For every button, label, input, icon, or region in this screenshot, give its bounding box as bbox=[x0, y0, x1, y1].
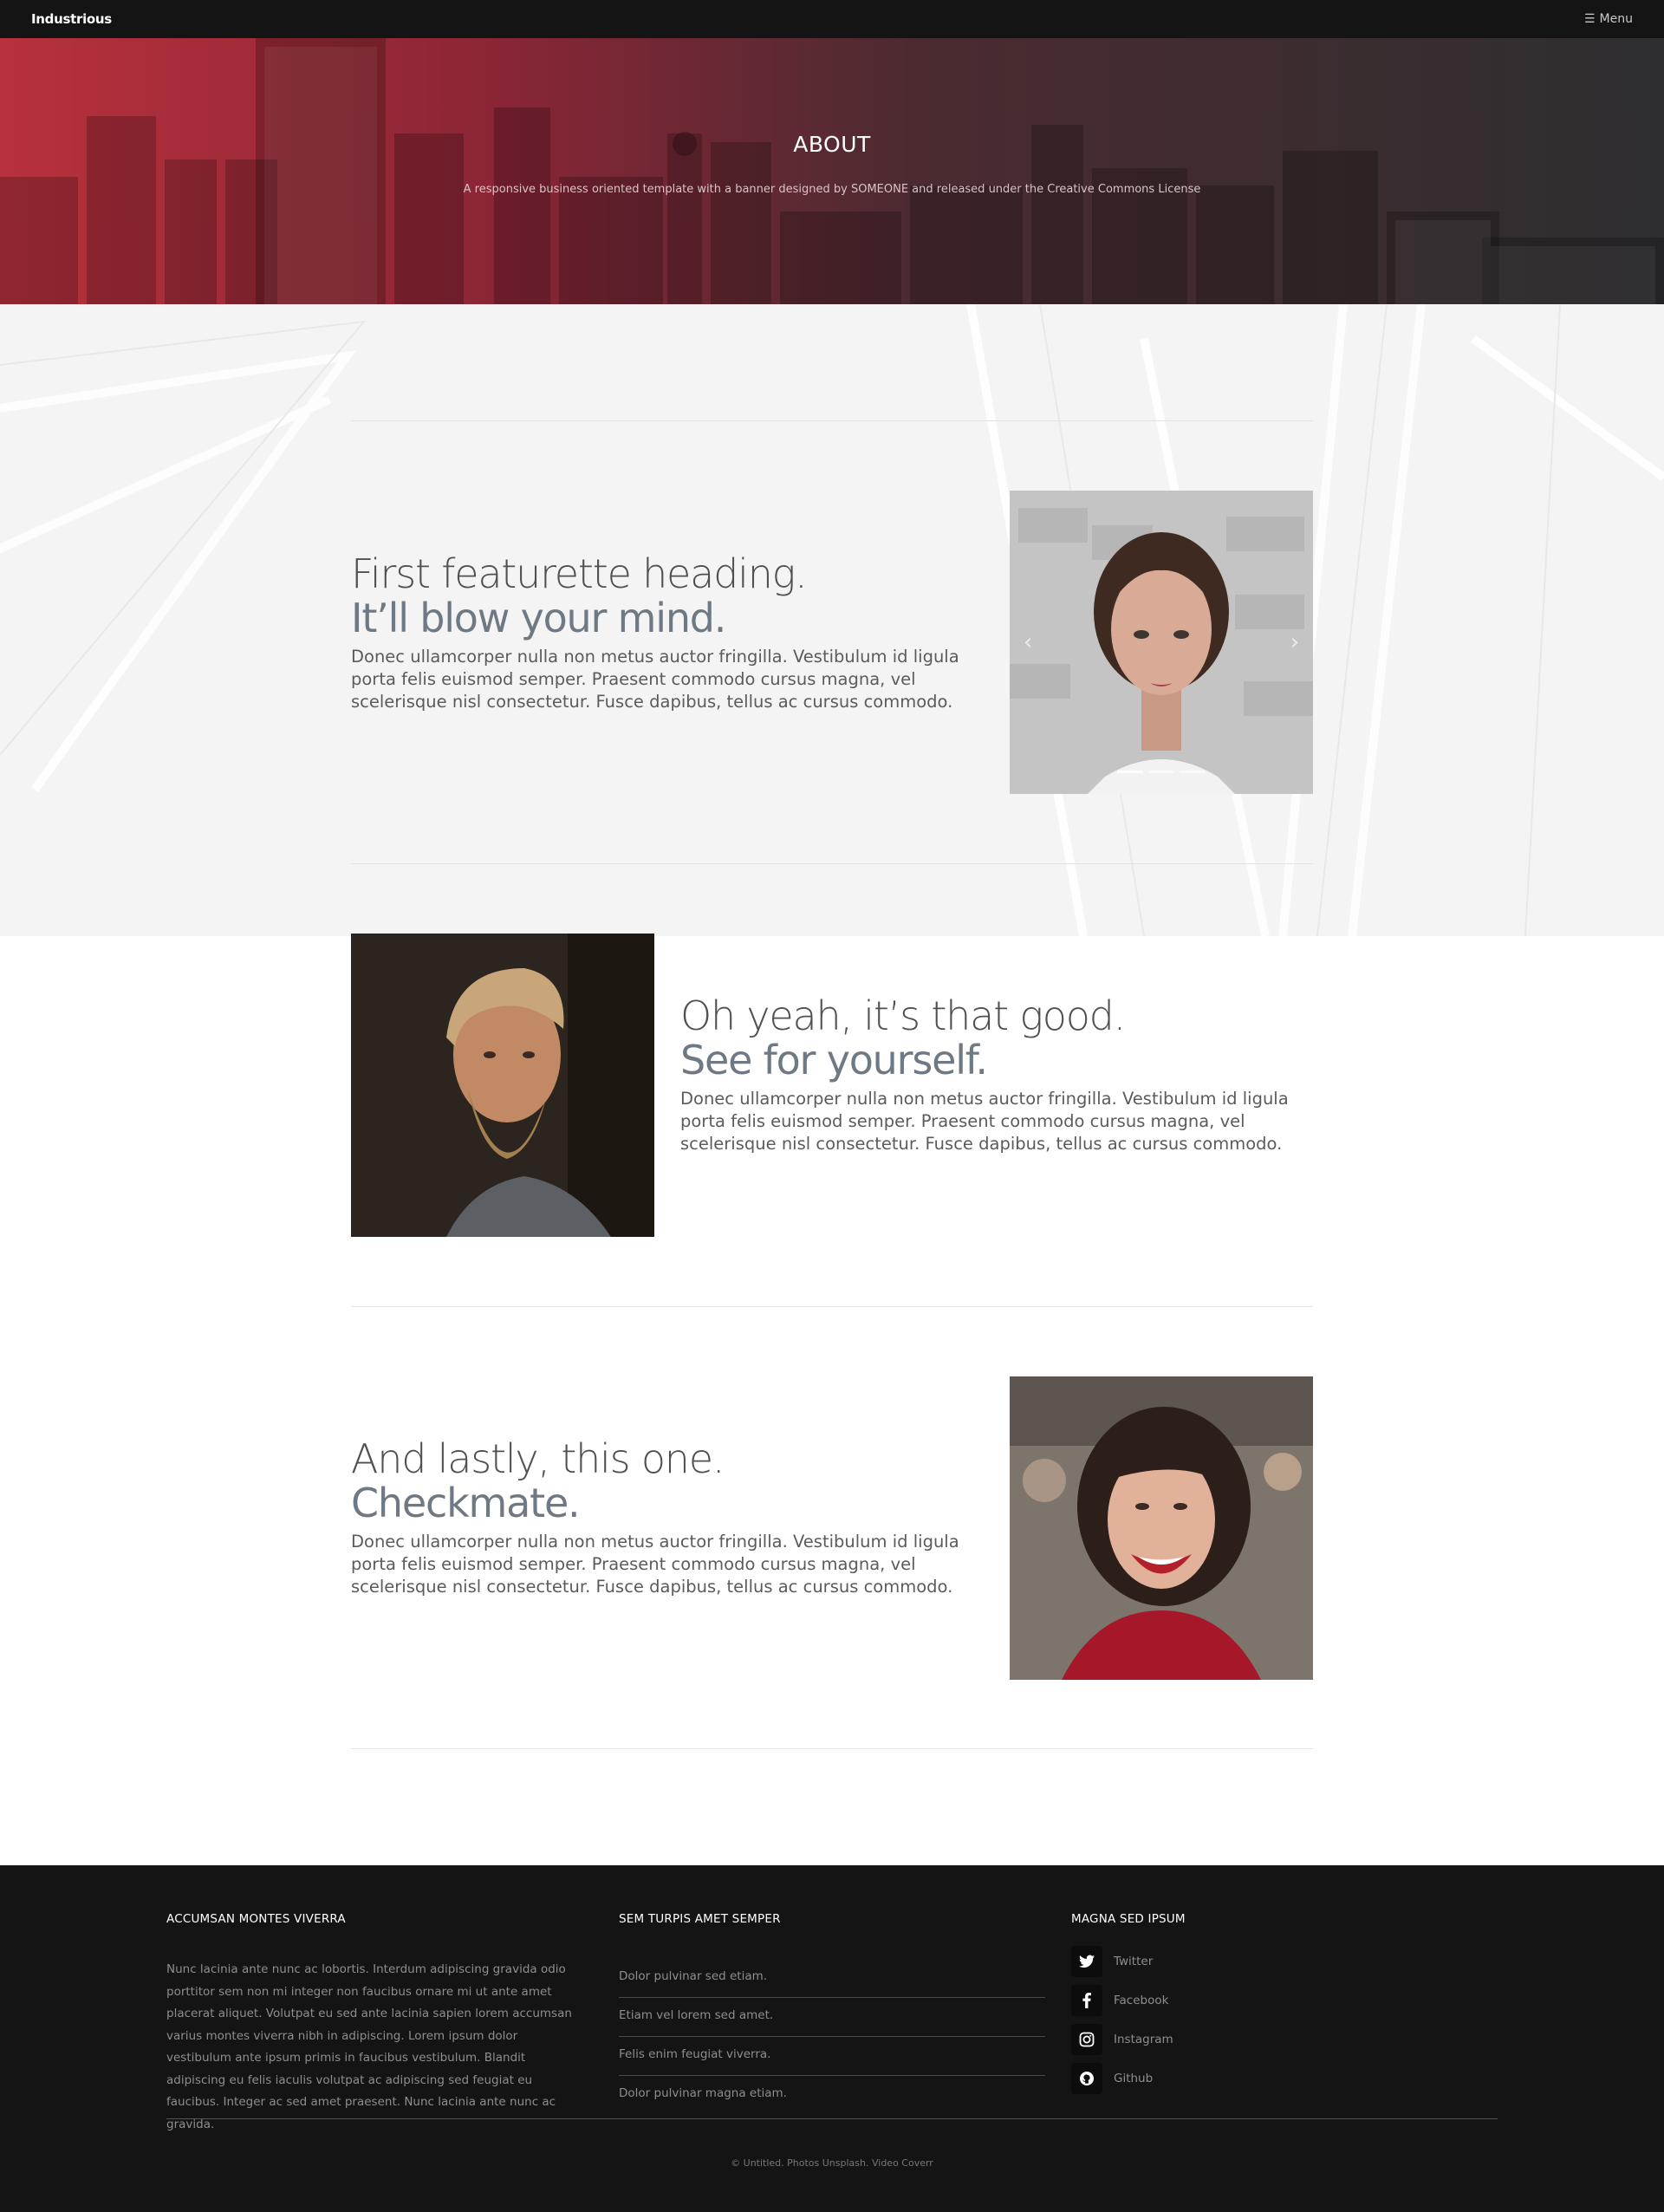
chevron-right-icon[interactable]: › bbox=[1290, 629, 1299, 655]
social-label: Instagram bbox=[1114, 2032, 1173, 2046]
city-skyline-image bbox=[0, 38, 1664, 304]
copyright-text: © Untitled. Photos Unsplash. Video Cover… bbox=[731, 2157, 933, 2169]
footer-heading: SEM TURPIS AMET SEMPER bbox=[619, 1912, 781, 1926]
social-label: Github bbox=[1114, 2071, 1154, 2085]
image-carousel[interactable]: ‹ › bbox=[1010, 491, 1313, 794]
featurette-subheading: Checkmate. bbox=[351, 1480, 581, 1526]
twitter-icon bbox=[1071, 1945, 1102, 1977]
social-label: Facebook bbox=[1114, 1993, 1169, 2007]
featurette-heading: First featurette heading. bbox=[351, 550, 808, 597]
footer-column-social: MAGNA SED IPSUM Twitter Facebook Instagr… bbox=[1071, 1912, 1186, 2098]
footer-heading: ACCUMSAN MONTES VIVERRA bbox=[166, 1912, 346, 1926]
divider bbox=[351, 1306, 1313, 1307]
footer-link[interactable]: Felis enim feugiat viverra. bbox=[619, 2037, 1045, 2076]
featurette-heading: Oh yeah, it’s that good. bbox=[680, 992, 1126, 1039]
portrait-smiling-woman-image bbox=[1010, 1376, 1313, 1680]
featurette-subheading: It’ll blow your mind. bbox=[351, 595, 726, 641]
social-link-facebook[interactable]: Facebook bbox=[1071, 1981, 1186, 2020]
featurette-image-2 bbox=[351, 934, 654, 1237]
featurette-subheading: See for yourself. bbox=[680, 1037, 988, 1083]
portrait-bearded-man-image bbox=[351, 934, 654, 1237]
footer-column-links: SEM TURPIS AMET SEMPER Dolor pulvinar se… bbox=[619, 1912, 1045, 2115]
portrait-woman-image bbox=[1010, 491, 1313, 794]
instagram-icon bbox=[1071, 2023, 1102, 2055]
divider bbox=[351, 863, 1313, 864]
facebook-icon bbox=[1071, 1984, 1102, 2016]
featurette-2: Oh yeah, it’s that good. See for yoursel… bbox=[680, 994, 1313, 1155]
hamburger-icon: ☰ bbox=[1583, 12, 1596, 26]
featurette-image-3 bbox=[1010, 1376, 1313, 1680]
menu-label: Menu bbox=[1599, 12, 1633, 26]
footer-link[interactable]: Etiam vel lorem sed amet. bbox=[619, 1998, 1045, 2037]
carousel-indicator[interactable] bbox=[1180, 771, 1206, 773]
footer-text: Nunc lacinia ante nunc ac lobortis. Inte… bbox=[166, 1962, 572, 2131]
divider bbox=[351, 1748, 1313, 1749]
carousel-indicators bbox=[1010, 771, 1313, 773]
social-link-instagram[interactable]: Instagram bbox=[1071, 2020, 1186, 2059]
footer: ACCUMSAN MONTES VIVERRA Nunc lacinia ant… bbox=[0, 1865, 1664, 2212]
chevron-left-icon[interactable]: ‹ bbox=[1024, 629, 1032, 655]
hero-banner: ABOUT A responsive business oriented tem… bbox=[0, 38, 1664, 304]
footer-link[interactable]: Dolor pulvinar sed etiam. bbox=[619, 1959, 1045, 1998]
footer-column-about: ACCUMSAN MONTES VIVERRA Nunc lacinia ant… bbox=[166, 1912, 582, 2136]
carousel-indicator[interactable] bbox=[1148, 771, 1174, 773]
social-link-github[interactable]: Github bbox=[1071, 2059, 1186, 2098]
featurette-body: Donec ullamcorper nulla non metus auctor… bbox=[351, 647, 959, 712]
social-label: Twitter bbox=[1114, 1954, 1154, 1968]
top-navbar: Industrious ☰ Menu bbox=[0, 0, 1664, 38]
featurette-1: First featurette heading. It’ll blow you… bbox=[351, 552, 984, 713]
github-icon bbox=[1071, 2062, 1102, 2094]
featurette-body: Donec ullamcorper nulla non metus auctor… bbox=[680, 1089, 1289, 1154]
page-title: ABOUT bbox=[793, 132, 871, 157]
featurette-body: Donec ullamcorper nulla non metus auctor… bbox=[351, 1532, 959, 1597]
brand-logo[interactable]: Industrious bbox=[31, 11, 112, 27]
footer-heading: MAGNA SED IPSUM bbox=[1071, 1912, 1186, 1926]
menu-button[interactable]: ☰ Menu bbox=[1584, 12, 1633, 26]
banner-subtitle: A responsive business oriented template … bbox=[463, 183, 1201, 196]
footer-link[interactable]: Dolor pulvinar magna etiam. bbox=[619, 2076, 1045, 2115]
divider bbox=[351, 420, 1313, 421]
social-link-twitter[interactable]: Twitter bbox=[1071, 1942, 1186, 1981]
featurette-3: And lastly, this one. Checkmate. Donec u… bbox=[351, 1437, 984, 1598]
featurette-heading: And lastly, this one. bbox=[351, 1435, 725, 1482]
carousel-indicator[interactable] bbox=[1117, 771, 1143, 773]
footer-divider bbox=[166, 2118, 1498, 2119]
